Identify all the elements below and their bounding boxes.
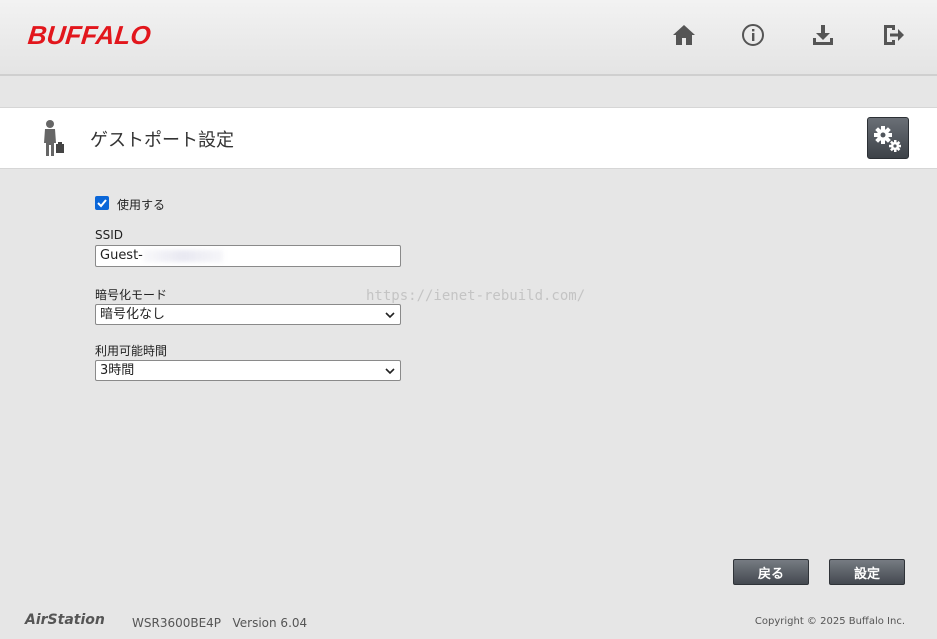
encryption-label: 暗号化モード bbox=[95, 288, 168, 302]
redacted-ssid bbox=[142, 249, 223, 262]
app-header: BUFFALO bbox=[0, 0, 937, 76]
chevron-down-icon bbox=[385, 368, 395, 375]
duration-select[interactable]: 3時間 bbox=[95, 360, 401, 381]
copyright-text: Copyright © 2025 Buffalo Inc. bbox=[754, 616, 905, 627]
page-title: ゲストポート設定 bbox=[90, 130, 234, 151]
page-title-bar: ゲストポート設定 bbox=[0, 107, 937, 169]
encryption-selected: 暗号化なし bbox=[100, 307, 166, 322]
person-with-bag-icon bbox=[40, 119, 68, 157]
info-icon[interactable] bbox=[740, 22, 766, 48]
buffalo-logo: BUFFALO bbox=[26, 20, 153, 50]
enable-checkbox[interactable] bbox=[95, 195, 109, 210]
enable-row: 使用する bbox=[95, 192, 165, 213]
settings-gear-button[interactable] bbox=[867, 117, 909, 159]
check-icon bbox=[97, 198, 107, 207]
apply-button[interactable]: 設定 bbox=[829, 559, 905, 585]
ssid-input[interactable]: Guest- bbox=[95, 245, 401, 267]
gear-icon bbox=[874, 126, 901, 152]
enable-label: 使用する bbox=[117, 198, 166, 212]
home-icon[interactable] bbox=[671, 22, 697, 48]
chevron-down-icon bbox=[385, 312, 395, 319]
encryption-select[interactable]: 暗号化なし bbox=[95, 304, 401, 325]
ssid-label: SSID bbox=[95, 228, 124, 242]
airstation-logo: AirStation bbox=[25, 612, 105, 628]
ssid-value: Guest- bbox=[100, 248, 143, 263]
duration-label: 利用可能時間 bbox=[95, 344, 168, 358]
duration-selected: 3時間 bbox=[100, 363, 135, 378]
back-button[interactable]: 戻る bbox=[733, 559, 809, 585]
model-version: WSR3600BE4P Version 6.04 bbox=[132, 616, 308, 630]
logout-icon[interactable] bbox=[880, 22, 906, 48]
download-icon[interactable] bbox=[810, 22, 836, 48]
watermark-text: https://ienet-rebuild.com/ bbox=[366, 288, 586, 304]
